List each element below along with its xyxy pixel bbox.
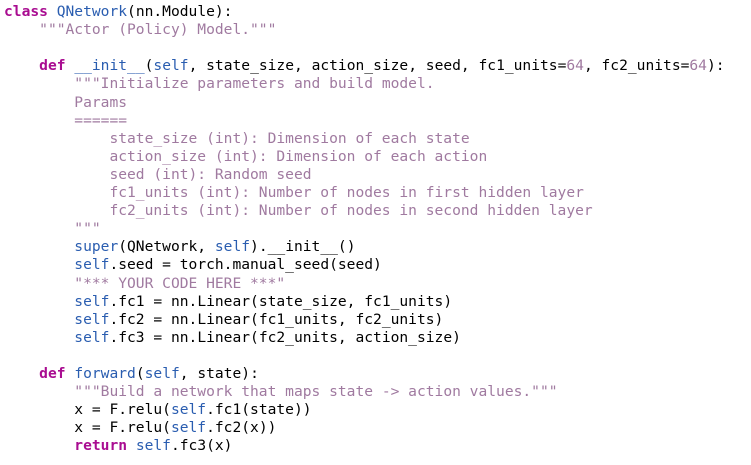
code-token-keyword: class <box>4 3 48 20</box>
code-token-string-literal: Params <box>74 93 128 111</box>
code-token-builtin-name: self <box>170 419 207 437</box>
code-token-text: , fc2_units= <box>583 57 690 75</box>
code-token-string-literal: fc2_units (int): Number of nodes in seco… <box>109 202 593 220</box>
code-token-text: ): <box>706 57 725 75</box>
code-line[interactable]: state_size (int): Dimension of each stat… <box>4 129 470 148</box>
code-token-string-literal: """ <box>74 220 101 238</box>
code-line[interactable]: def forward(self, state): <box>4 365 259 383</box>
code-line[interactable]: def __init__(self, state_size, action_si… <box>4 57 725 75</box>
code-line[interactable]: return self.fc3(x) <box>4 437 232 455</box>
code-token-string-literal: state_size (int): Dimension of each stat… <box>109 129 470 147</box>
code-token-string-literal: """Build a network that maps state -> ac… <box>74 383 558 401</box>
code-line[interactable]: super(QNetwork, self).__init__() <box>4 238 355 256</box>
code-line[interactable]: """Actor (Policy) Model.""" <box>4 21 276 39</box>
code-token-identifier: forward <box>74 365 136 382</box>
code-token-builtin-name: super <box>74 238 119 256</box>
code-line[interactable]: seed (int): Random seed <box>4 165 312 184</box>
code-line[interactable]: self.fc1 = nn.Linear(state_size, fc1_uni… <box>4 293 452 311</box>
code-token-identifier: QNetwork <box>56 3 128 20</box>
code-line[interactable]: fc1_units (int): Number of nodes in firs… <box>4 184 584 202</box>
code-line[interactable]: """Initialize parameters and build model… <box>4 75 435 93</box>
code-token-builtin-name: self <box>74 256 110 274</box>
code-line[interactable]: """Build a network that maps state -> ac… <box>4 383 558 401</box>
code-token-text: (QNetwork, <box>118 238 215 256</box>
code-line[interactable]: "*** YOUR CODE HERE ***" <box>4 275 285 293</box>
code-token-text: , state): <box>179 365 259 382</box>
code-token-string-literal: """Initialize parameters and build model… <box>74 75 435 93</box>
code-token-string-literal: action_size (int): Dimension of each act… <box>109 147 488 165</box>
code-token-text: .fc1(state)) <box>206 401 312 419</box>
code-line[interactable]: class QNetwork(nn.Module): <box>4 3 232 21</box>
code-token-text: .fc3 = nn.Linear(fc2_units, action_size) <box>109 328 461 346</box>
code-token-builtin-name: self <box>170 401 207 419</box>
code-token-text: .fc1 = nn.Linear(state_size, fc1_units) <box>109 292 453 310</box>
code-token-keyword: def <box>39 57 66 75</box>
code-editor[interactable]: class QNetwork(nn.Module): """Actor (Pol… <box>4 0 749 465</box>
code-token-builtin-name: self <box>135 437 171 455</box>
code-line[interactable]: fc2_units (int): Number of nodes in seco… <box>4 202 593 220</box>
code-token-builtin-name: self <box>153 57 189 75</box>
code-token-text: , state_size, action_size, seed, fc1_uni… <box>188 57 567 75</box>
code-token-identifier: __init__ <box>74 57 145 75</box>
code-line[interactable]: self.seed = torch.manual_seed(seed) <box>4 256 382 274</box>
code-token-string-literal: fc1_units (int): Number of nodes in firs… <box>109 184 584 201</box>
code-token-text: ( <box>135 365 145 382</box>
code-token-builtin-name: self <box>74 310 110 328</box>
code-token-builtin-name: self <box>144 365 180 382</box>
code-token-text: x = F.relu( <box>74 401 171 419</box>
code-line[interactable]: action_size (int): Dimension of each act… <box>4 148 487 166</box>
code-token-text: .fc2(x)) <box>206 419 277 437</box>
code-token-string-literal: "*** YOUR CODE HERE ***" <box>74 274 286 292</box>
code-line[interactable]: Params <box>4 94 127 112</box>
code-token-keyword: return <box>74 437 128 455</box>
code-token-builtin-name: self <box>74 292 110 310</box>
code-line[interactable]: self.fc3 = nn.Linear(fc2_units, action_s… <box>4 329 461 347</box>
code-token-text: .seed = torch.manual_seed(seed) <box>109 256 382 274</box>
code-token-text: .fc2 = nn.Linear(fc1_units, fc2_units) <box>109 310 444 328</box>
code-token-text: ).__init__() <box>250 238 356 256</box>
code-token-builtin-name: self <box>74 328 110 346</box>
code-line[interactable]: ====== <box>4 112 127 130</box>
code-token-text: x = F.relu( <box>74 419 171 437</box>
code-line[interactable]: x = F.relu(self.fc1(state)) <box>4 401 312 419</box>
code-token-text: .fc3(x) <box>170 437 233 455</box>
code-line[interactable]: """ <box>4 220 101 238</box>
code-token-builtin-name: self <box>214 238 251 256</box>
code-token-string-literal: """Actor (Policy) Model.""" <box>39 21 277 39</box>
code-token-keyword: def <box>39 365 66 382</box>
code-token-string-literal: ====== <box>74 111 128 129</box>
code-token-string-literal: seed (int): Random seed <box>109 165 312 183</box>
code-token-number-literal: 64 <box>566 57 584 75</box>
code-line[interactable]: self.fc2 = nn.Linear(fc1_units, fc2_unit… <box>4 311 443 329</box>
code-token-text: (nn.Module): <box>127 3 233 20</box>
code-line[interactable]: x = F.relu(self.fc2(x)) <box>4 419 276 437</box>
code-token-number-literal: 64 <box>689 57 707 75</box>
